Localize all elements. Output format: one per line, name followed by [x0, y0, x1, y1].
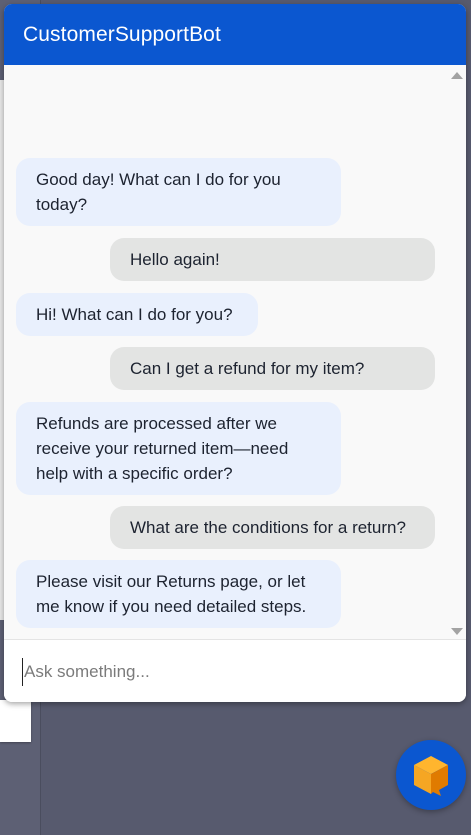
- message-text: Hi! What can I do for you?: [36, 305, 233, 324]
- message-text: What are the conditions for a return?: [130, 518, 406, 537]
- chat-header: CustomerSupportBot: [4, 4, 466, 65]
- page: CustomerSupportBot Good day! What can I …: [0, 0, 471, 835]
- bot-message: Refunds are processed after we receive y…: [16, 402, 341, 495]
- scroll-down-icon[interactable]: [451, 628, 463, 635]
- user-message: Can I get a refund for my item?: [110, 347, 435, 390]
- message-list[interactable]: Good day! What can I do for you today? H…: [4, 65, 466, 639]
- background-page-card: [0, 700, 31, 742]
- message-text: Refunds are processed after we receive y…: [36, 414, 289, 483]
- message-text: Hello again!: [130, 250, 220, 269]
- chat-launcher-button[interactable]: [396, 740, 466, 810]
- chat-title: CustomerSupportBot: [23, 22, 221, 46]
- bot-message: Hi! What can I do for you?: [16, 293, 258, 336]
- message-text: Good day! What can I do for you today?: [36, 170, 281, 214]
- message-text: Please visit our Returns page, or let me…: [36, 572, 307, 616]
- chat-cube-icon: [414, 756, 448, 796]
- message-text: Can I get a refund for my item?: [130, 359, 365, 378]
- chat-widget: CustomerSupportBot Good day! What can I …: [4, 4, 466, 702]
- bot-message: Good day! What can I do for you today?: [16, 158, 341, 226]
- scroll-up-icon[interactable]: [451, 72, 463, 79]
- user-message: Hello again!: [110, 238, 435, 281]
- bot-message: Please visit our Returns page, or let me…: [16, 560, 341, 628]
- user-message: What are the conditions for a return?: [110, 506, 435, 549]
- chat-input-bar: [4, 639, 466, 702]
- chat-input[interactable]: [22, 658, 444, 686]
